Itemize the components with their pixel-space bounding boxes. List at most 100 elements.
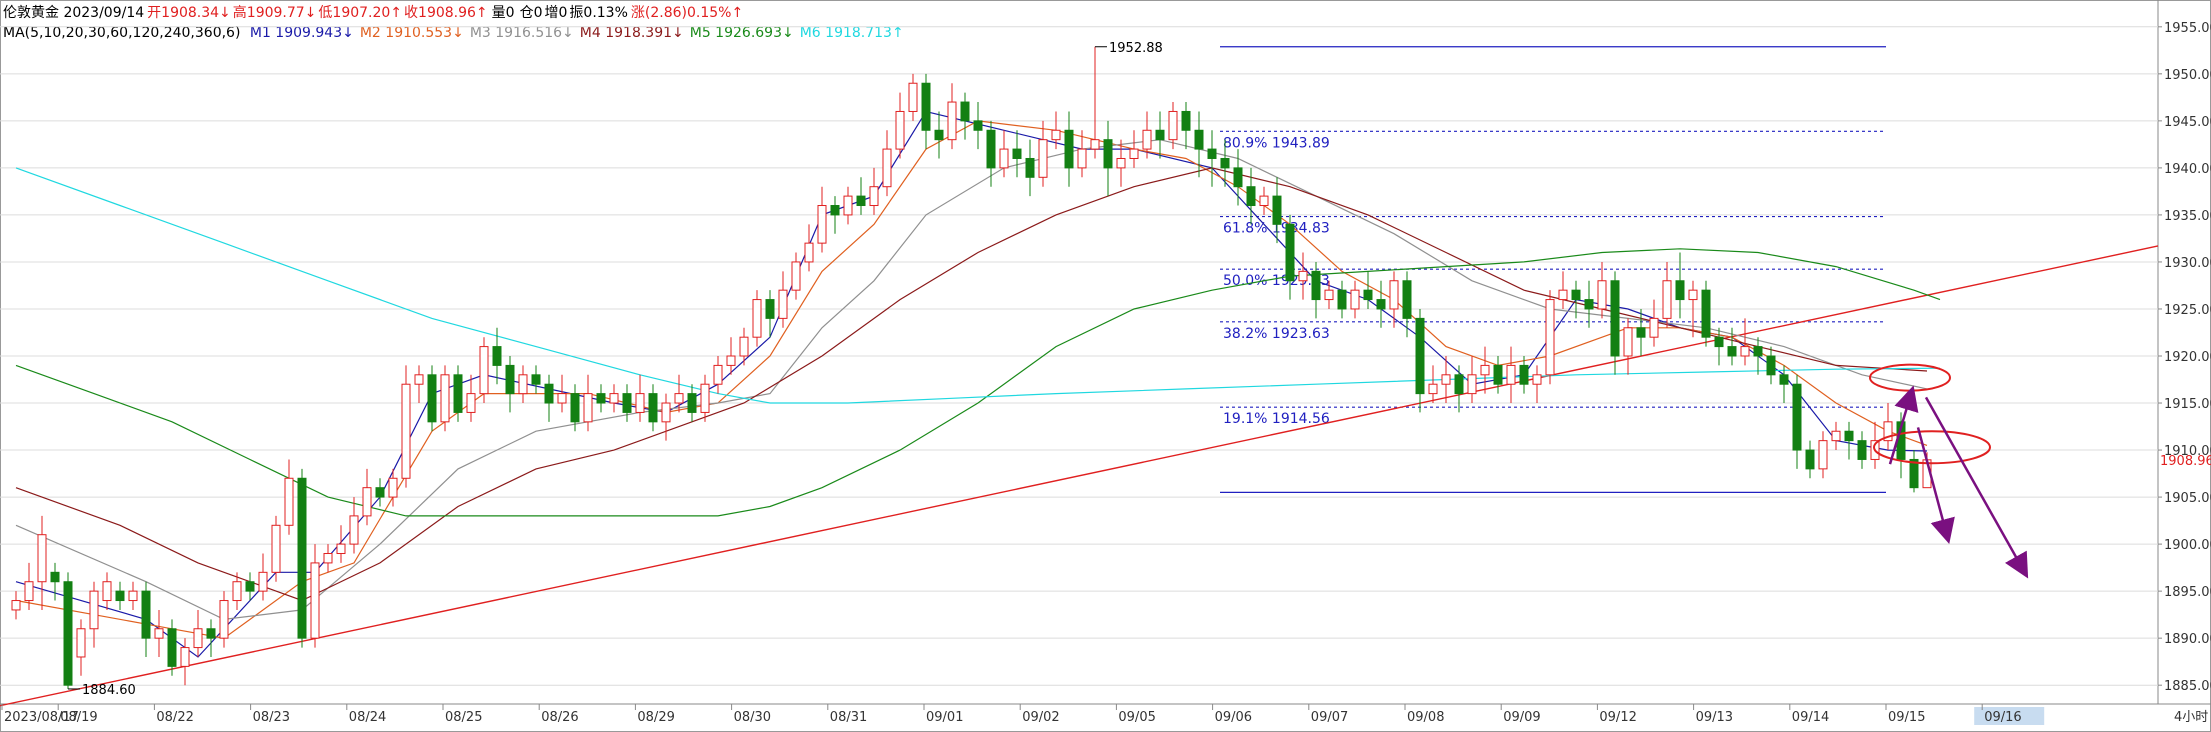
candle	[258, 553, 268, 601]
candle	[1012, 130, 1022, 178]
candle	[310, 544, 320, 648]
candle-body	[882, 148, 892, 188]
candle-body	[1766, 355, 1776, 376]
candle	[947, 83, 957, 150]
high-annotation: 1952.88	[1109, 41, 1163, 56]
candle-body	[1571, 289, 1581, 301]
candle-body	[505, 364, 515, 395]
x-axis: 2023/08/1708/19 08/22 08/23 08/24 08/25 08/26…	[1, 704, 2208, 725]
candle	[960, 92, 970, 140]
candle-body	[1792, 383, 1802, 451]
y-tick-label: 1895.00	[2164, 585, 2211, 600]
candle	[479, 337, 489, 404]
candle	[882, 130, 892, 197]
candle	[284, 459, 294, 535]
candle-body	[1545, 299, 1555, 376]
candle-body	[24, 581, 34, 602]
candle	[1883, 403, 1893, 451]
candle-body	[271, 524, 281, 573]
candle-body	[1857, 440, 1867, 460]
fib-level-label: 80.9% 1943.89	[1223, 135, 1330, 151]
candle	[1766, 346, 1776, 385]
x-tick-label: 09/14	[1792, 710, 1829, 725]
candle-body	[778, 289, 788, 319]
candle	[63, 572, 73, 689]
candle-body	[752, 299, 762, 338]
y-tick-label: 1945.00	[2164, 115, 2211, 130]
candle-body	[1727, 346, 1737, 357]
candle-body	[609, 393, 619, 404]
candle-body	[1064, 129, 1074, 169]
candle-body	[869, 186, 879, 207]
candle	[1064, 111, 1074, 187]
candle	[336, 525, 346, 563]
candle	[921, 73, 931, 150]
candle	[1376, 280, 1386, 328]
candle	[206, 619, 216, 657]
candle-body	[739, 336, 749, 357]
y-axis: 1885.001890.001895.001900.001905.001910.…	[2158, 21, 2211, 694]
candle-body	[1220, 157, 1230, 169]
candle	[427, 365, 437, 432]
ma-line-m5	[15, 248, 1941, 517]
x-tick-label: 09/01	[926, 710, 963, 725]
candle	[1753, 337, 1763, 375]
candle	[1298, 252, 1308, 300]
support-trendline	[0, 245, 2159, 707]
candle	[128, 581, 138, 610]
candle-body	[1285, 223, 1295, 282]
candle-body	[1402, 280, 1412, 319]
candle	[1259, 186, 1269, 215]
candle-body	[102, 581, 112, 602]
y-tick-label: 1955.00	[2164, 21, 2211, 36]
candle-body	[1714, 336, 1724, 348]
candle-body	[830, 205, 840, 216]
candle-body	[635, 393, 645, 413]
candle-body	[440, 374, 450, 423]
candle-body	[622, 393, 632, 413]
candle	[1090, 46, 1100, 159]
x-tick-label: 09/13	[1696, 710, 1733, 725]
candle-body	[1246, 186, 1256, 207]
candle-body	[1116, 157, 1126, 169]
candle	[544, 374, 554, 422]
candle	[1103, 120, 1113, 197]
candle-body	[375, 487, 385, 498]
candles	[11, 46, 1932, 689]
candle-body	[856, 195, 866, 207]
candle	[1480, 346, 1490, 394]
candle-body	[1818, 440, 1828, 470]
candle-body	[362, 487, 372, 517]
candle	[1363, 271, 1373, 309]
candle-body	[1701, 289, 1711, 338]
candle	[1025, 139, 1035, 197]
y-tick-label: 1915.00	[2164, 397, 2211, 412]
x-tick-label: 09/15	[1888, 710, 1925, 725]
x-tick-label: 08/31	[830, 710, 867, 725]
candle-body	[1233, 167, 1243, 188]
candle-body	[349, 515, 359, 545]
candle-body	[1259, 195, 1269, 207]
candle-body	[1207, 148, 1217, 159]
candle-body	[1506, 364, 1516, 385]
y-tick-label: 1940.00	[2164, 162, 2211, 177]
candle	[1155, 111, 1165, 159]
candle-body	[1532, 374, 1542, 385]
candle-body	[11, 600, 21, 611]
candle	[843, 186, 853, 225]
candle-body	[947, 101, 957, 141]
candle	[531, 365, 541, 394]
candle	[1402, 271, 1412, 338]
y-tick-label: 1935.00	[2164, 209, 2211, 224]
candle	[713, 356, 723, 394]
y-tick-label: 1885.00	[2164, 679, 2211, 694]
candle	[856, 177, 866, 215]
candle-body	[817, 205, 827, 244]
candle	[154, 609, 164, 657]
candle	[1493, 356, 1503, 394]
candle-body	[492, 346, 502, 366]
candle	[973, 102, 983, 150]
candle	[219, 591, 229, 648]
y-tick-label: 1905.00	[2164, 491, 2211, 506]
candle	[557, 374, 567, 413]
